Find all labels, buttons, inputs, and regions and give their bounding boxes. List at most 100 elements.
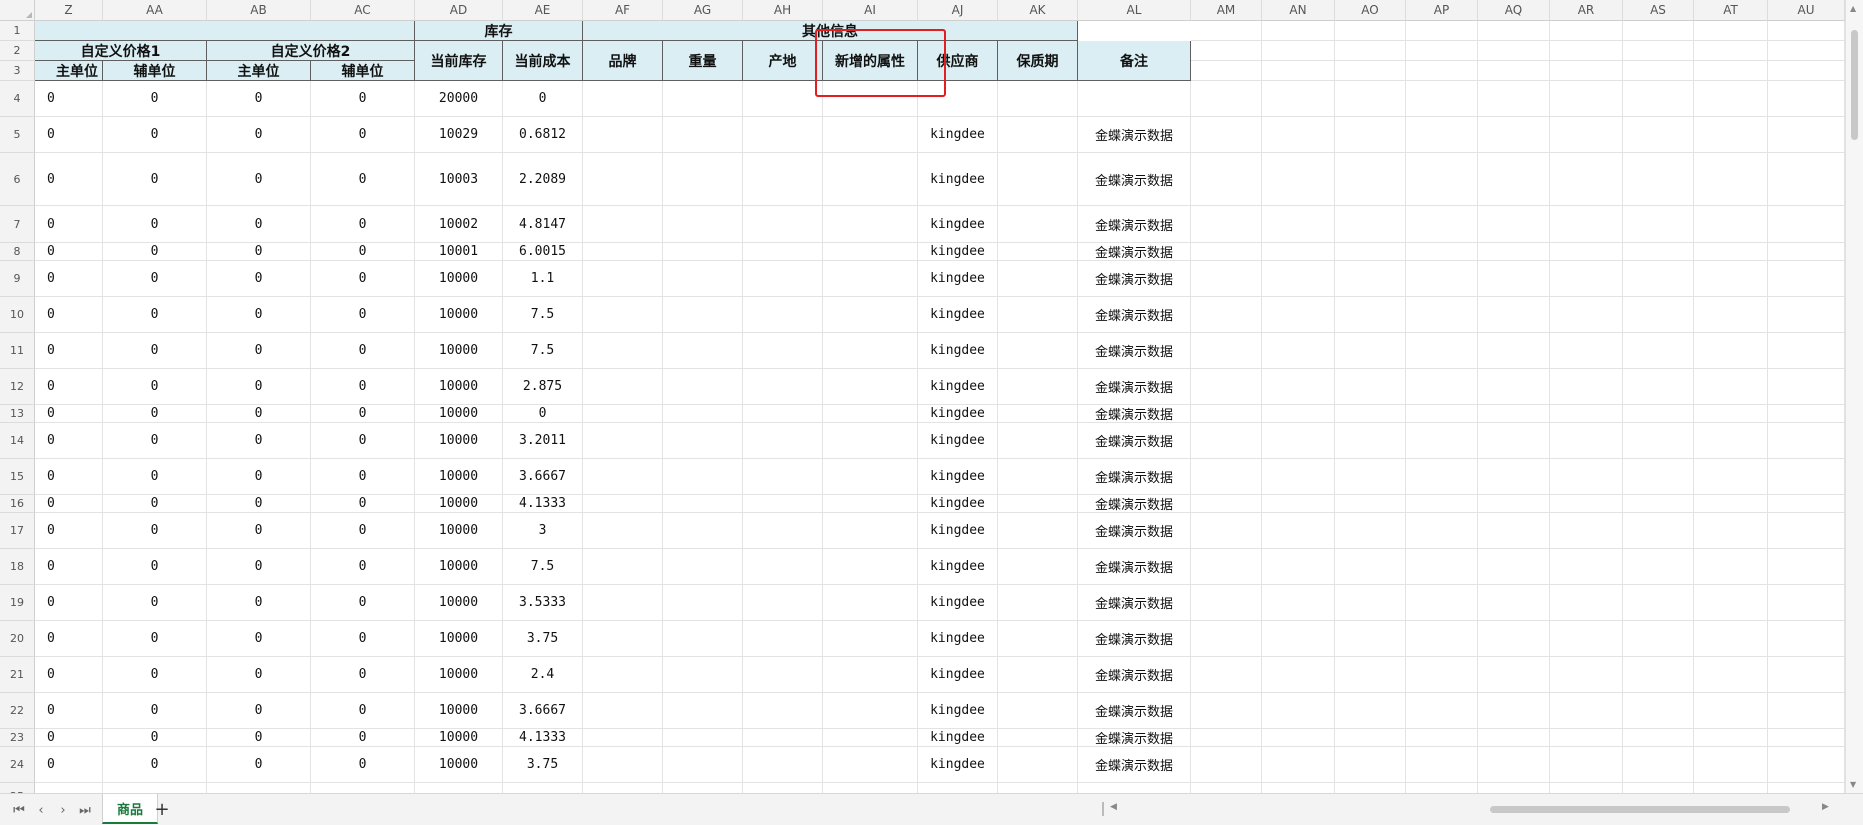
cell-empty[interactable] bbox=[1478, 495, 1550, 513]
cell-empty[interactable] bbox=[1262, 297, 1335, 333]
cell-empty[interactable] bbox=[663, 693, 743, 729]
row-header[interactable]: 7 bbox=[0, 206, 35, 243]
cell-empty[interactable] bbox=[823, 549, 918, 585]
cell-cost[interactable]: 0.6812 bbox=[503, 117, 583, 153]
cell-ac[interactable]: 0 bbox=[311, 549, 415, 585]
cell-empty[interactable] bbox=[1768, 41, 1845, 61]
cell-empty[interactable] bbox=[998, 153, 1078, 206]
row-header[interactable]: 21 bbox=[0, 657, 35, 693]
cell-empty[interactable] bbox=[1478, 693, 1550, 729]
cell-empty[interactable] bbox=[1550, 495, 1623, 513]
cell-empty[interactable] bbox=[503, 783, 583, 793]
cell-empty[interactable] bbox=[583, 585, 663, 621]
cell-empty[interactable] bbox=[1623, 747, 1694, 783]
cell-ac[interactable]: 0 bbox=[311, 333, 415, 369]
cell-empty[interactable] bbox=[1262, 657, 1335, 693]
cell-empty[interactable] bbox=[583, 369, 663, 405]
cell-empty[interactable] bbox=[1262, 61, 1335, 81]
cell-ab[interactable]: 0 bbox=[207, 513, 311, 549]
cell-cost[interactable]: 2.2089 bbox=[503, 153, 583, 206]
cell-empty[interactable] bbox=[743, 333, 823, 369]
cell-empty[interactable] bbox=[1406, 549, 1478, 585]
cell-supplier[interactable]: kingdee bbox=[918, 513, 998, 549]
cell-z[interactable]: 0 bbox=[35, 423, 103, 459]
cell-remark[interactable] bbox=[1078, 81, 1191, 117]
cell-ab[interactable]: 0 bbox=[207, 333, 311, 369]
cell-empty[interactable] bbox=[1694, 206, 1768, 243]
cell-empty[interactable] bbox=[1406, 585, 1478, 621]
column-header[interactable]: AL bbox=[1078, 0, 1191, 21]
cell-remark[interactable]: 金蝶演示数据 bbox=[1078, 747, 1191, 783]
cell-cost[interactable]: 7.5 bbox=[503, 549, 583, 585]
cell-empty[interactable] bbox=[1335, 783, 1406, 793]
cell-ab[interactable]: 0 bbox=[207, 153, 311, 206]
cell-empty[interactable] bbox=[1623, 549, 1694, 585]
cell-empty[interactable] bbox=[1623, 459, 1694, 495]
column-header[interactable]: AE bbox=[503, 0, 583, 21]
cell-ac[interactable]: 0 bbox=[311, 297, 415, 333]
cell-empty[interactable] bbox=[1406, 153, 1478, 206]
cell-empty[interactable] bbox=[823, 369, 918, 405]
cell-empty[interactable] bbox=[823, 729, 918, 747]
cell-empty[interactable] bbox=[1694, 61, 1768, 81]
cell-supplier[interactable]: kingdee bbox=[918, 153, 998, 206]
row-header[interactable]: 18 bbox=[0, 549, 35, 585]
column-header[interactable]: AH bbox=[743, 0, 823, 21]
cell-empty[interactable] bbox=[1623, 297, 1694, 333]
cell-empty[interactable] bbox=[1694, 297, 1768, 333]
cell-empty[interactable] bbox=[1335, 747, 1406, 783]
vertical-scrollbar[interactable]: ▲ ▼ bbox=[1845, 0, 1863, 793]
cell-empty[interactable] bbox=[663, 513, 743, 549]
cell-empty[interactable] bbox=[1623, 206, 1694, 243]
cell-empty[interactable] bbox=[1478, 81, 1550, 117]
cell-empty[interactable] bbox=[743, 783, 823, 793]
row-header[interactable]: 12 bbox=[0, 369, 35, 405]
cell-empty[interactable] bbox=[1478, 369, 1550, 405]
cell-empty[interactable] bbox=[583, 153, 663, 206]
cell-empty[interactable] bbox=[1550, 423, 1623, 459]
column-header[interactable]: AG bbox=[663, 0, 743, 21]
cell-empty[interactable] bbox=[1550, 243, 1623, 261]
cell-empty[interactable] bbox=[1623, 81, 1694, 117]
cell-empty[interactable] bbox=[1335, 61, 1406, 81]
cell-remark[interactable]: 金蝶演示数据 bbox=[1078, 153, 1191, 206]
cell-empty[interactable] bbox=[743, 459, 823, 495]
cell-ab[interactable]: 0 bbox=[207, 693, 311, 729]
cell-empty[interactable] bbox=[1191, 783, 1262, 793]
cell-empty[interactable] bbox=[1406, 729, 1478, 747]
cell-empty[interactable] bbox=[823, 621, 918, 657]
cell-empty[interactable] bbox=[1262, 261, 1335, 297]
cell-empty[interactable] bbox=[1335, 405, 1406, 423]
cell-empty[interactable] bbox=[1191, 117, 1262, 153]
cell-ab[interactable]: 0 bbox=[207, 405, 311, 423]
cell-empty[interactable] bbox=[1623, 61, 1694, 81]
row-header[interactable]: 13 bbox=[0, 405, 35, 423]
cell-empty[interactable] bbox=[1191, 261, 1262, 297]
cell-empty[interactable] bbox=[1262, 495, 1335, 513]
cell-empty[interactable] bbox=[1550, 41, 1623, 61]
cell-empty[interactable] bbox=[1694, 729, 1768, 747]
cell-empty[interactable] bbox=[1623, 495, 1694, 513]
cell-remark[interactable]: 金蝶演示数据 bbox=[1078, 117, 1191, 153]
cell-empty[interactable] bbox=[1768, 549, 1845, 585]
cell-empty[interactable] bbox=[1694, 693, 1768, 729]
cell-empty[interactable] bbox=[998, 585, 1078, 621]
cell-empty[interactable] bbox=[1478, 585, 1550, 621]
column-header[interactable]: AU bbox=[1768, 0, 1845, 21]
cell-empty[interactable] bbox=[998, 729, 1078, 747]
cell-empty[interactable] bbox=[1478, 657, 1550, 693]
cell-z[interactable]: 0 bbox=[35, 153, 103, 206]
cell-empty[interactable] bbox=[823, 657, 918, 693]
cell-empty[interactable] bbox=[1478, 459, 1550, 495]
cell-empty[interactable] bbox=[1550, 693, 1623, 729]
cell-stock[interactable]: 10000 bbox=[415, 549, 503, 585]
cell-ab[interactable]: 0 bbox=[207, 261, 311, 297]
cell-empty[interactable] bbox=[1335, 21, 1406, 41]
cell-empty[interactable] bbox=[1406, 41, 1478, 61]
cell-z[interactable]: 0 bbox=[35, 333, 103, 369]
cell-empty[interactable] bbox=[1191, 81, 1262, 117]
row-header[interactable]: 24 bbox=[0, 747, 35, 783]
cell-aa[interactable]: 0 bbox=[103, 153, 207, 206]
cell-empty[interactable] bbox=[663, 243, 743, 261]
cell-empty[interactable] bbox=[1191, 243, 1262, 261]
